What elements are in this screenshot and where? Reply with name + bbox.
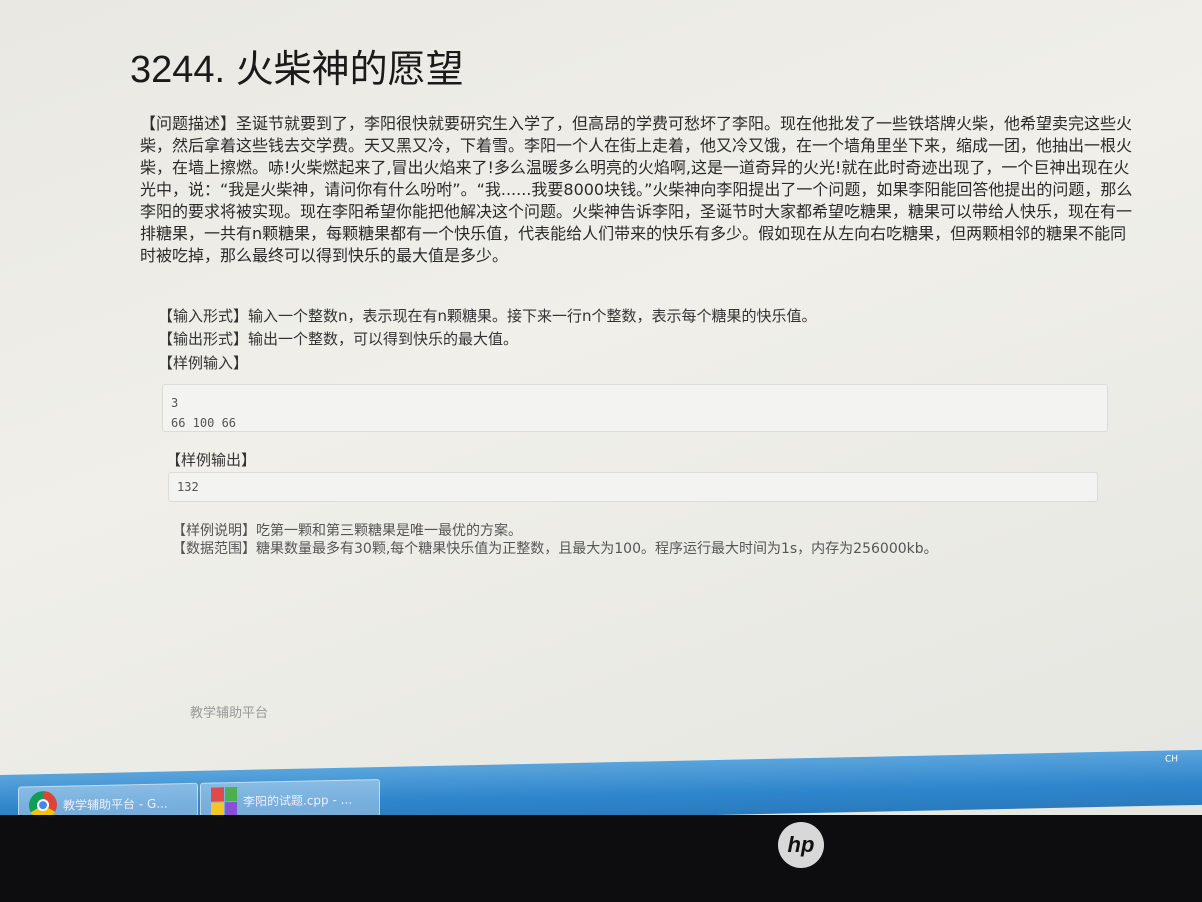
sample-explanation: 【样例说明】吃第一颗和第三颗糖果是唯一最优的方案。 bbox=[172, 523, 522, 539]
language-indicator[interactable]: CH bbox=[1165, 754, 1178, 764]
sample-input-box: 3 66 100 66 bbox=[162, 384, 1108, 432]
sample-input-label: 【样例输入】 bbox=[158, 354, 249, 372]
input-format: 【输入形式】输入一个整数n，表示现在有n颗糖果。接下来一行n个整数，表示每个糖果… bbox=[158, 307, 817, 325]
data-range: 【数据范围】糖果数量最多有30颗,每个糖果快乐值为正整数，且最大为100。程序运… bbox=[172, 541, 938, 557]
monitor-bezel bbox=[0, 815, 1202, 902]
problem-page: 3244. 火柴神的愿望 【问题描述】圣诞节就要到了，李阳很快就要研究生入学了，… bbox=[0, 0, 1202, 790]
sample-output-box: 132 bbox=[168, 472, 1098, 502]
taskbar-item-label: 李阳的试题.cpp - ... bbox=[243, 792, 353, 809]
sample-output-label: 【样例输出】 bbox=[166, 451, 257, 469]
hp-logo: hp bbox=[778, 822, 824, 868]
page-title: 3244. 火柴神的愿望 bbox=[130, 49, 464, 91]
ide-icon bbox=[211, 787, 237, 816]
output-format: 【输出形式】输出一个整数，可以得到快乐的最大值。 bbox=[158, 330, 519, 348]
problem-description: 【问题描述】圣诞节就要到了，李阳很快就要研究生入学了，但高昂的学费可愁坏了李阳。… bbox=[140, 114, 1133, 265]
footer-text: 教学辅助平台 bbox=[190, 706, 269, 721]
taskbar-item-label: 教学辅助平台 - G... bbox=[63, 795, 168, 813]
